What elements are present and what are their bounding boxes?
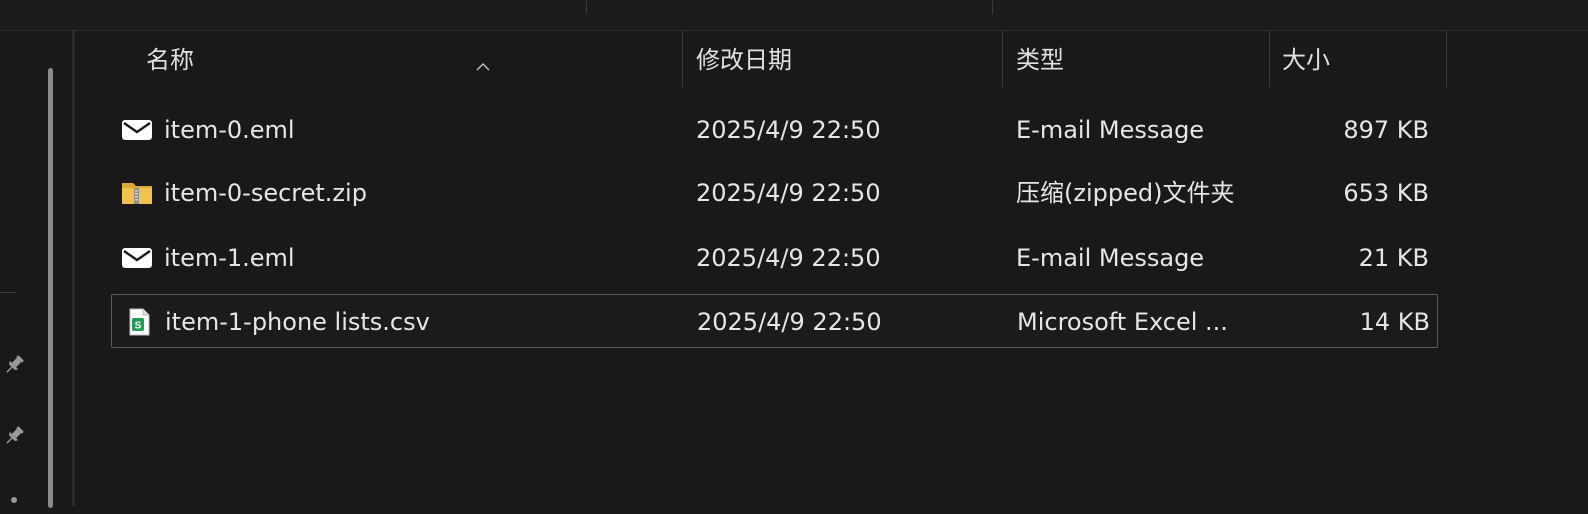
file-type: Microsoft Excel ... (1017, 308, 1228, 336)
toolbar-separator (586, 0, 587, 14)
file-size: 897 KB (1343, 116, 1429, 144)
file-modified: 2025/4/9 22:50 (696, 116, 881, 144)
file-row[interactable]: item-1.eml 2025/4/9 22:50 E-mail Message… (111, 231, 1438, 285)
column-resize-handle[interactable] (682, 31, 683, 87)
file-name: item-1-phone lists.csv (165, 308, 430, 336)
file-modified: 2025/4/9 22:50 (696, 244, 881, 272)
mail-icon (122, 120, 152, 140)
pane-splitter[interactable] (72, 31, 75, 506)
column-header-name[interactable]: 名称 (146, 31, 676, 87)
file-name: item-0-secret.zip (164, 179, 367, 207)
column-resize-handle[interactable] (1002, 31, 1003, 87)
excel-csv-icon: S (129, 308, 150, 336)
file-type: E-mail Message (1016, 244, 1205, 272)
file-row-selected[interactable]: S item-1-phone lists.csv 2025/4/9 22:50 … (111, 294, 1438, 348)
file-name: item-0.eml (164, 116, 295, 144)
file-type: 压缩(zipped)文件夹 (1016, 179, 1235, 207)
file-type: E-mail Message (1016, 116, 1205, 144)
navigation-divider (0, 292, 16, 293)
zip-folder-icon (122, 183, 152, 204)
mail-icon (122, 248, 152, 268)
column-header: 名称 修改日期 类型 大小 (76, 31, 1588, 87)
file-size: 21 KB (1358, 244, 1429, 272)
column-resize-handle[interactable] (1269, 31, 1270, 87)
file-row[interactable]: item-0.eml 2025/4/9 22:50 E-mail Message… (111, 103, 1438, 157)
file-row[interactable]: item-0-secret.zip 2025/4/9 22:50 压缩(zipp… (111, 166, 1438, 220)
column-header-modified[interactable]: 修改日期 (696, 31, 996, 87)
toolbar-separator (992, 0, 993, 14)
top-toolbar (0, 0, 1588, 31)
column-header-size[interactable]: 大小 (1282, 31, 1442, 87)
file-size: 653 KB (1343, 179, 1429, 207)
file-modified: 2025/4/9 22:50 (696, 179, 881, 207)
navigation-scrollbar[interactable] (48, 68, 53, 508)
svg-text:S: S (135, 321, 142, 332)
pin-icon[interactable] (2, 353, 26, 377)
file-size: 14 KB (1359, 308, 1430, 336)
file-modified: 2025/4/9 22:50 (697, 308, 882, 336)
column-header-type[interactable]: 类型 (1016, 31, 1266, 87)
column-resize-handle[interactable] (1446, 31, 1447, 87)
file-name: item-1.eml (164, 244, 295, 272)
pin-icon[interactable] (2, 490, 26, 514)
pin-icon[interactable] (2, 424, 26, 448)
